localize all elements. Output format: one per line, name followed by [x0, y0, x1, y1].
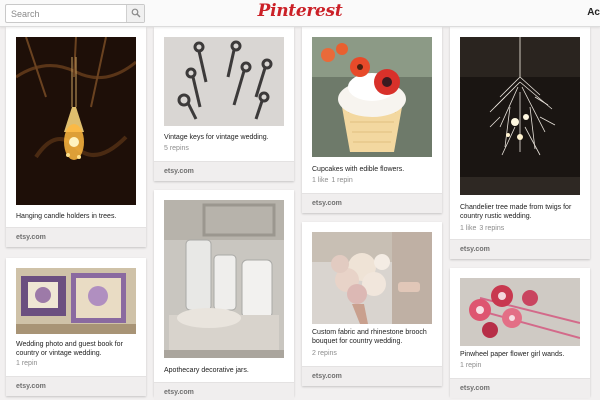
pin-image[interactable] — [164, 200, 284, 358]
search-icon — [131, 8, 141, 18]
source-label[interactable]: etsy.com — [16, 383, 46, 390]
repin-count[interactable]: 1 repin — [331, 177, 352, 184]
pin-image[interactable] — [460, 37, 580, 195]
pin-image[interactable] — [460, 278, 580, 346]
repin-count[interactable]: 3 repins — [479, 225, 504, 232]
repin-count[interactable]: 1 repin — [460, 362, 481, 369]
pin-stats: 2 repins — [312, 350, 337, 357]
pin-source[interactable]: etsy.com — [302, 193, 442, 213]
source-label[interactable]: etsy.com — [460, 246, 490, 253]
top-bar: Pinterest Ac — [0, 0, 600, 27]
pin-stats: 1 like 1 repin — [312, 177, 353, 184]
pin-description: Custom fabric and rhinestone brooch bouq… — [312, 329, 427, 345]
pin-source[interactable]: etsy.com — [302, 366, 442, 386]
pin-source[interactable]: etsy.com — [450, 239, 590, 259]
source-label[interactable]: etsy.com — [312, 200, 342, 207]
pin-stats: 1 like 3 repins — [460, 225, 504, 232]
pin-card[interactable]: Wedding photo and guest book for country… — [6, 258, 146, 396]
source-label[interactable]: etsy.com — [164, 168, 194, 175]
source-label[interactable]: etsy.com — [164, 389, 194, 396]
pin-image[interactable] — [164, 37, 284, 126]
search-input[interactable] — [6, 5, 126, 22]
pin-source[interactable]: etsy.com — [450, 378, 590, 398]
repin-count[interactable]: 1 repin — [16, 360, 37, 367]
pin-stats: 5 repins — [164, 145, 189, 152]
pin-description: Chandelier tree made from twigs for coun… — [460, 204, 572, 220]
pin-stats: 1 repin — [460, 362, 481, 369]
pin-card[interactable]: Apothecary decorative jars. etsy.com — [154, 190, 294, 400]
pin-image[interactable] — [312, 37, 432, 157]
pin-card[interactable]: Pinwheel paper flower girl wands. 1 repi… — [450, 268, 590, 398]
search-box — [5, 4, 145, 23]
search-button[interactable] — [126, 5, 144, 22]
pin-card[interactable]: Hanging candle holders in trees. etsy.co… — [6, 27, 146, 247]
pin-stats: 1 repin — [16, 360, 37, 367]
pin-image[interactable] — [312, 232, 432, 324]
pin-card[interactable]: Chandelier tree made from twigs for coun… — [450, 27, 590, 259]
pin-description: Cupcakes with edible flowers. — [312, 166, 405, 173]
pin-description: Apothecary decorative jars. — [164, 367, 249, 374]
pin-source[interactable]: etsy.com — [154, 161, 294, 181]
like-count[interactable]: 1 like — [312, 177, 328, 184]
pin-description: Vintage keys for vintage wedding. — [164, 134, 269, 141]
pin-description: Hanging candle holders in trees. — [16, 213, 117, 220]
pin-card[interactable]: Custom fabric and rhinestone brooch bouq… — [302, 222, 442, 386]
repin-count[interactable]: 5 repins — [164, 145, 189, 152]
pin-source[interactable]: etsy.com — [154, 382, 294, 400]
pin-description: Pinwheel paper flower girl wands. — [460, 351, 565, 358]
pin-image[interactable] — [16, 268, 136, 334]
account-menu-label[interactable]: Ac — [587, 7, 600, 18]
pin-image[interactable] — [16, 37, 136, 205]
pin-card[interactable]: Cupcakes with edible flowers. 1 like 1 re… — [302, 27, 442, 213]
pin-description: Wedding photo and guest book for country… — [16, 341, 123, 357]
like-count[interactable]: 1 like — [460, 225, 476, 232]
repin-count[interactable]: 2 repins — [312, 350, 337, 357]
pin-card[interactable]: Vintage keys for vintage wedding. 5 repi… — [154, 27, 294, 181]
source-label[interactable]: etsy.com — [312, 373, 342, 380]
pin-source[interactable]: etsy.com — [6, 376, 146, 396]
pin-source[interactable]: etsy.com — [6, 227, 146, 247]
source-label[interactable]: etsy.com — [460, 385, 490, 392]
source-label[interactable]: etsy.com — [16, 234, 46, 241]
